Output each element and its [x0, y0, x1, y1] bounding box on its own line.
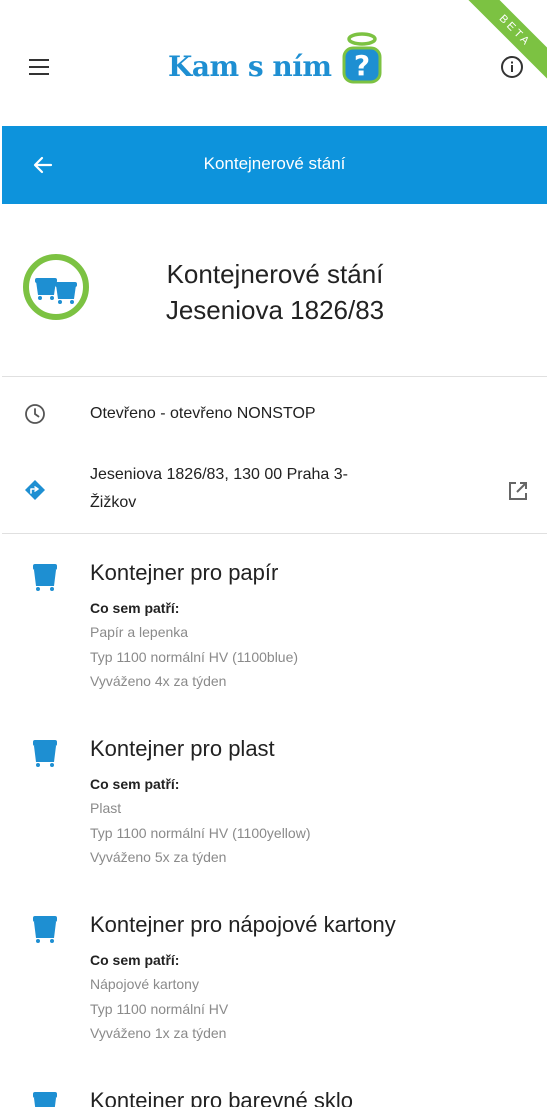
container-title: Kontejner pro plast: [90, 736, 275, 761]
container-waste-type: Nápojové kartony: [90, 976, 199, 992]
container-title: Kontejner pro papír: [90, 560, 279, 585]
station-type: Kontejnerové stání: [166, 259, 384, 289]
container-icon: [33, 916, 57, 943]
address-line-2: Žižkov: [90, 494, 137, 511]
container-title: Kontejner pro barevné sklo: [90, 1088, 353, 1107]
beta-ribbon: BETA: [467, 0, 547, 80]
container-model: Typ 1100 normální HV: [90, 1000, 229, 1017]
container-icon: [33, 564, 57, 591]
page-title: Kontejnerové stání: [203, 154, 346, 173]
clock-icon: [25, 404, 45, 424]
opening-hours-text: Otevřeno - otevřeno NONSTOP: [90, 405, 316, 422]
open-external-icon[interactable]: [506, 479, 530, 503]
app-logo[interactable]: Kam s ním ?: [168, 30, 388, 90]
container-station-icon: [23, 254, 89, 320]
container-title: Kontejner pro nápojové kartony: [90, 912, 396, 937]
container-icon: [33, 740, 57, 767]
station-address: Jeseniova 1826/83: [165, 295, 385, 325]
svg-text:?: ?: [354, 49, 370, 82]
container-contents-label: Co sem patří:: [90, 600, 180, 616]
container-collection-frequency: Vyváženo 5x za týden: [90, 849, 227, 865]
app-header: Kam s ním ? BETA: [0, 0, 547, 126]
logo-question-mark-icon: ?: [342, 32, 382, 84]
address-text: Jeseniova 1826/83, 130 00 Praha 3- Žižko…: [90, 461, 348, 517]
container-collection-frequency: Vyváženo 1x za týden: [90, 1025, 227, 1041]
beta-label: BETA: [467, 0, 547, 80]
container-waste-type: Papír a lepenka: [90, 624, 189, 640]
address-line-1: Jeseniova 1826/83, 130 00 Praha 3-: [90, 466, 348, 483]
container-icon: [33, 1092, 57, 1107]
divider: [2, 533, 547, 534]
container-model: Typ 1100 normální HV (1100blue): [90, 648, 299, 665]
logo-text: Kam s ním: [168, 50, 332, 83]
container-contents-label: Co sem patří:: [90, 776, 180, 792]
divider: [2, 376, 547, 377]
container-collection-frequency: Vyváženo 4x za týden: [90, 673, 227, 689]
hamburger-menu-icon[interactable]: [26, 56, 52, 78]
container-contents-label: Co sem patří:: [90, 952, 180, 968]
station-title: Kontejnerové stání Jeseniova 1826/83: [110, 256, 440, 328]
directions-icon: [25, 480, 45, 500]
container-waste-type: Plast: [90, 800, 122, 816]
container-model: Typ 1100 normální HV (1100yellow): [90, 824, 311, 841]
title-bar: Kontejnerové stání: [2, 126, 547, 204]
